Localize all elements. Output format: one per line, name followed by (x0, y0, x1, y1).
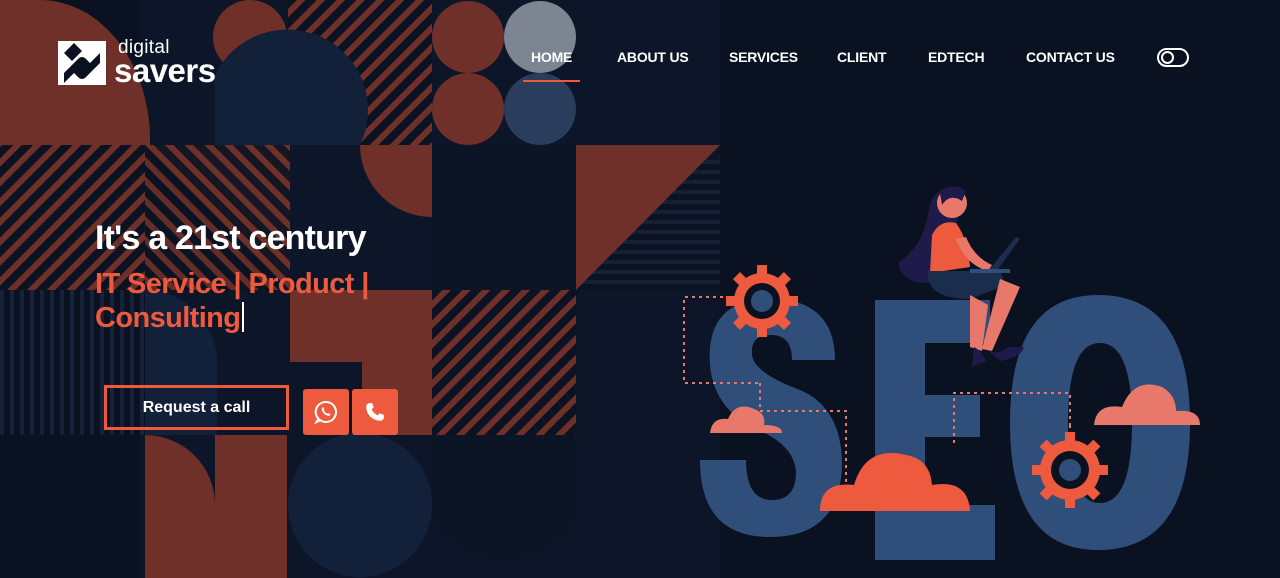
nav-about-us[interactable]: ABOUT US (617, 49, 689, 65)
phone-button[interactable] (352, 389, 398, 435)
hero-headline: It's a 21st century (95, 219, 366, 257)
toggle-icon (1161, 51, 1174, 64)
hero-subline-1: IT Service | Product | (95, 268, 369, 300)
whatsapp-icon (313, 400, 337, 425)
hero-subline-2: Consulting (95, 302, 245, 335)
logo-text-big: savers (114, 52, 216, 89)
gear-icon-bottom (1032, 432, 1108, 508)
nav-client[interactable]: CLIENT (837, 49, 887, 65)
hero-section: digital savers HOME ABOUT US SERVICES CL… (0, 0, 1280, 578)
gear-icon-top (726, 265, 798, 337)
request-call-button[interactable]: Request a call (104, 385, 289, 430)
logo-icon (58, 40, 106, 85)
hero-subline-2-text: Consulting (95, 302, 241, 334)
nav-contact-us[interactable]: CONTACT US (1026, 49, 1115, 65)
nav-services[interactable]: SERVICES (729, 49, 798, 65)
cloud-center (820, 453, 970, 511)
nav-home[interactable]: HOME (522, 49, 581, 82)
seo-illustration (683, 186, 1200, 560)
whatsapp-button[interactable] (303, 389, 349, 435)
phone-icon (366, 403, 384, 421)
theme-toggle[interactable] (1157, 48, 1189, 67)
nav-edtech[interactable]: EDTECH (928, 49, 985, 65)
typing-caret (242, 302, 245, 332)
brand-logo[interactable]: digital savers (56, 38, 216, 87)
